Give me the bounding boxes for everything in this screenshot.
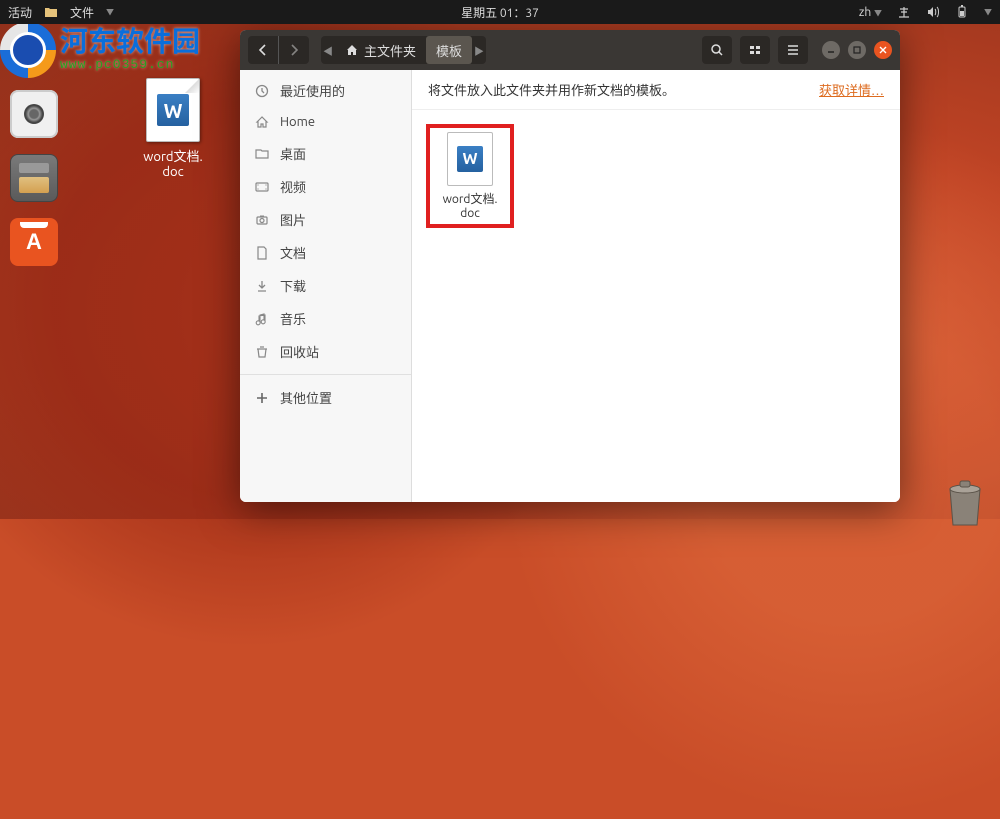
path-bar: ◀ 主文件夹 模板 ▶ xyxy=(321,36,486,64)
dock-files-icon[interactable] xyxy=(10,154,58,202)
sidebar-item-label: 图片 xyxy=(280,210,306,229)
sidebar-item-label: 回收站 xyxy=(280,342,319,361)
chevron-left-icon: ◀ xyxy=(321,43,335,58)
nav-back-button[interactable] xyxy=(248,36,278,64)
view-options-button[interactable] xyxy=(740,36,770,64)
music-icon xyxy=(254,311,270,327)
sidebar-item-0[interactable]: 最近使用的 xyxy=(240,74,411,107)
doc-icon xyxy=(254,245,270,261)
video-icon xyxy=(254,179,270,195)
activities-button[interactable]: 活动 xyxy=(8,4,32,21)
dock-rhythmbox-icon[interactable] xyxy=(10,90,58,138)
sidebar-item-label: 下载 xyxy=(280,276,306,295)
dropdown-arrow-icon: ▼ xyxy=(106,7,114,18)
sidebar-item-label: 音乐 xyxy=(280,309,306,328)
dock-software-center-icon[interactable] xyxy=(10,218,58,266)
word-doc-icon: W xyxy=(447,132,493,186)
info-link[interactable]: 获取详情… xyxy=(819,80,884,99)
window-close-button[interactable] xyxy=(874,41,892,59)
watermark-url: www.pc0359.cn xyxy=(60,58,200,72)
sidebar-item-6[interactable]: 下载 xyxy=(240,269,411,302)
watermark-title: 河东软件园 xyxy=(60,27,200,58)
desktop-file-item[interactable]: W word文档. doc xyxy=(128,78,218,179)
sidebar-divider xyxy=(240,374,411,375)
breadcrumb-current[interactable]: 模板 xyxy=(426,36,472,64)
photo-icon xyxy=(254,212,270,228)
app-menu-button[interactable]: 文件 xyxy=(70,4,94,21)
nav-forward-button[interactable] xyxy=(279,36,309,64)
home-icon xyxy=(345,43,359,57)
sidebar-item-4[interactable]: 图片 xyxy=(240,203,411,236)
sidebar-item-7[interactable]: 音乐 xyxy=(240,302,411,335)
gnome-topbar: 活动 文件 ▼ 星期五 01：37 zh ▼ ▼ xyxy=(0,0,1000,24)
download-icon xyxy=(254,278,270,294)
sidebar-item-1[interactable]: Home xyxy=(240,107,411,137)
word-doc-icon: W xyxy=(146,78,200,142)
sidebar-other-locations[interactable]: 其他位置 xyxy=(240,381,411,414)
sidebar-item-3[interactable]: 视频 xyxy=(240,170,411,203)
network-icon[interactable] xyxy=(897,5,911,19)
sidebar-item-8[interactable]: 回收站 xyxy=(240,335,411,368)
files-window: ◀ 主文件夹 模板 ▶ xyxy=(240,30,900,502)
folder-indicator-icon xyxy=(44,5,58,19)
info-bar: 将文件放入此文件夹并用作新文档的模板。 获取详情… xyxy=(412,70,900,110)
input-source-indicator[interactable]: zh ▼ xyxy=(859,6,882,19)
breadcrumb-home[interactable]: 主文件夹 xyxy=(335,36,426,64)
site-watermark: 河东软件园 www.pc0359.cn xyxy=(0,22,200,78)
chevron-right-icon: ▶ xyxy=(472,43,486,58)
sidebar-item-label: 最近使用的 xyxy=(280,81,345,100)
hamburger-menu-button[interactable] xyxy=(778,36,808,64)
desktop-icon xyxy=(254,146,270,162)
info-text: 将文件放入此文件夹并用作新文档的模板。 xyxy=(428,80,675,99)
window-minimize-button[interactable] xyxy=(822,41,840,59)
battery-icon[interactable] xyxy=(955,5,969,19)
file-item-0[interactable]: Wword文档. doc xyxy=(428,126,512,226)
file-grid[interactable]: Wword文档. doc xyxy=(412,110,900,242)
sidebar-item-label: Home xyxy=(280,115,315,129)
desktop-file-label: word文档. doc xyxy=(143,146,202,179)
plus-icon xyxy=(254,390,270,406)
system-dropdown-icon[interactable]: ▼ xyxy=(984,7,992,18)
window-titlebar: ◀ 主文件夹 模板 ▶ xyxy=(240,30,900,70)
watermark-logo-icon xyxy=(0,22,56,78)
sidebar-item-label: 视频 xyxy=(280,177,306,196)
trash-desktop-icon[interactable] xyxy=(940,475,990,529)
sidebar-item-label: 文档 xyxy=(280,243,306,262)
clock-icon xyxy=(254,83,270,99)
sidebar-item-label: 桌面 xyxy=(280,144,306,163)
volume-icon[interactable] xyxy=(926,5,940,19)
window-maximize-button[interactable] xyxy=(848,41,866,59)
trash-icon xyxy=(254,344,270,360)
places-sidebar: 最近使用的 Home 桌面视频图片文档下载音乐回收站 其他位置 xyxy=(240,70,412,502)
home-icon xyxy=(254,114,270,130)
sidebar-other-label: 其他位置 xyxy=(280,388,332,407)
sidebar-item-2[interactable]: 桌面 xyxy=(240,137,411,170)
search-button[interactable] xyxy=(702,36,732,64)
sidebar-item-5[interactable]: 文档 xyxy=(240,236,411,269)
dock xyxy=(10,90,58,266)
file-label: word文档. doc xyxy=(443,190,498,220)
clock-label[interactable]: 星期五 01：37 xyxy=(461,4,539,21)
content-pane: 将文件放入此文件夹并用作新文档的模板。 获取详情… Wword文档. doc xyxy=(412,70,900,502)
